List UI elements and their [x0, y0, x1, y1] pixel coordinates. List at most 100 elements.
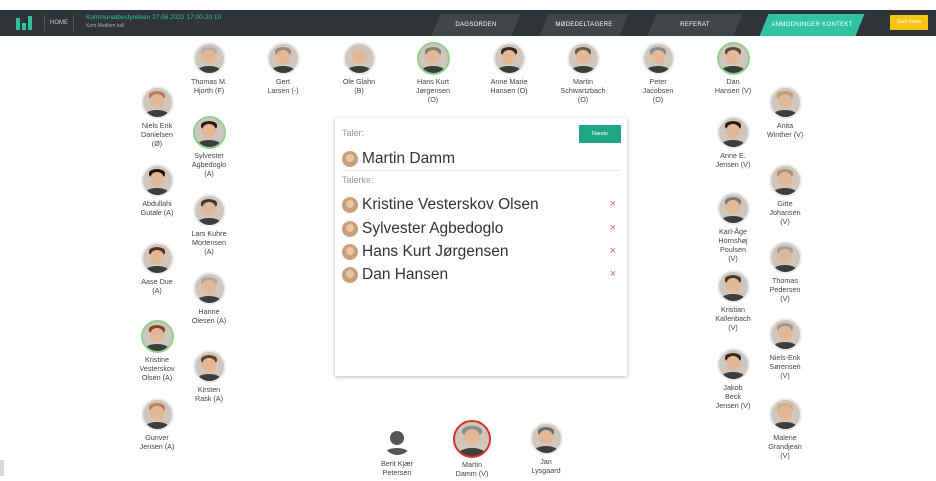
member-jan-lysgaard[interactable]: Jan Lysgaard [511, 422, 581, 475]
member-name-line: Sylvester [194, 151, 224, 160]
member-name-line: (O) [652, 95, 664, 104]
member-name-line: Grandjean [768, 442, 802, 451]
speaker-heading: Taler: [342, 128, 365, 138]
member-berit-kjaer-petersen[interactable]: Berit Kjær Petersen [362, 424, 432, 477]
member-name-line: (V) [780, 451, 790, 460]
member-name-line: Hanne [198, 307, 220, 316]
member-avatar [192, 350, 226, 383]
member-name: Martin Damm (V) [437, 460, 507, 478]
queue-heading: Talerke: [342, 175, 374, 185]
member-kirsten-rask[interactable]: Kirsten Rask (A) [174, 350, 244, 403]
member-avatar [140, 398, 174, 431]
remove-icon[interactable]: × [610, 268, 616, 280]
member-name: Malene Grandjean (V) [750, 433, 820, 460]
remove-icon[interactable]: × [610, 198, 616, 210]
tab-referat[interactable]: REFERAT [652, 14, 738, 36]
member-name: Ole Glahn (B) [324, 77, 394, 95]
member-avatar [140, 164, 174, 197]
start-meeting-button[interactable]: Start møde [890, 15, 928, 30]
member-name-line: Gunver [145, 433, 169, 442]
member-name-line: Jan [540, 457, 552, 466]
member-avatar [192, 116, 226, 149]
member-ole-glahn[interactable]: Ole Glahn (B) [324, 42, 394, 95]
current-speaker-name: Martin Damm [362, 150, 456, 167]
member-avatar [192, 42, 226, 75]
remove-icon[interactable]: × [610, 222, 616, 234]
remove-icon[interactable]: × [610, 245, 616, 257]
member-avatar [716, 116, 750, 149]
member-name-line: Martin [462, 460, 482, 469]
member-avatar [768, 164, 802, 197]
member-martin-damm[interactable]: Martin Damm (V) [437, 420, 507, 478]
member-peter-jacobsen[interactable]: Peter Jacobsen (O) [623, 42, 693, 104]
member-gert-larsen[interactable]: Gert Larsen (-) [248, 42, 318, 95]
member-avatar [266, 42, 300, 75]
member-name: Berit Kjær Petersen [362, 459, 432, 477]
member-name-line: Anne Marie [490, 77, 528, 86]
member-name-line: Schwartzbach [560, 86, 606, 95]
queue-item: Kristine Vesterskov Olsen × [342, 195, 620, 215]
member-avatar [453, 420, 491, 458]
member-martin-schwartzbach[interactable]: Martin Schwartzbach (O) [548, 42, 618, 104]
member-name-line: Peter [649, 77, 667, 86]
member-hanne-olesen[interactable]: Hanne Olesen (A) [174, 272, 244, 325]
member-gunver-jensen[interactable]: Gunver Jensen (A) [122, 398, 192, 451]
member-name-line: (B) [354, 86, 364, 95]
member-hans-kurt-jorgensen[interactable]: Hans Kurt Jørgensen (O) [398, 42, 468, 104]
member-name-line: (O) [427, 95, 439, 104]
queue-name: Kristine Vesterskov Olsen [362, 196, 539, 213]
member-avatar [492, 42, 526, 75]
member-name-line: (O) [577, 95, 589, 104]
member-name-line: Kristian [721, 305, 745, 314]
member-name-line: Lysgaard [531, 466, 561, 475]
member-avatar [768, 241, 802, 274]
member-name-line: Berit Kjær [381, 459, 413, 468]
member-anne-e-jensen[interactable]: Anne E. Jensen (V) [698, 116, 768, 169]
tab-modedeltagere[interactable]: MØDEDELTAGERE [544, 14, 624, 36]
member-name: Anne Marie Hansen (O) [474, 77, 544, 95]
member-avatar [140, 320, 174, 353]
tab-anmodninger[interactable]: ANMODNINGER KONTEKT [764, 14, 860, 36]
queue-name: Dan Hansen [362, 266, 449, 283]
member-anne-marie-hansen[interactable]: Anne Marie Hansen (O) [474, 42, 544, 95]
member-avatar [192, 194, 226, 227]
member-name-line: Lars Kuhre [191, 229, 227, 238]
member-name: Hans Kurt Jørgensen (O) [398, 77, 468, 104]
member-name-line: Kirsten [197, 385, 221, 394]
member-name-line: Damm (V) [455, 469, 489, 478]
queue-avatar [342, 197, 358, 213]
divider [342, 170, 620, 171]
queue-item: Hans Kurt Jørgensen × [342, 242, 620, 262]
member-avatar [381, 424, 414, 457]
member-name-line: Anne E. [720, 151, 746, 160]
member-name-line: Thomas M. [191, 77, 227, 86]
member-name: Gert Larsen (-) [248, 77, 318, 95]
queue-item: Sylvester Agbedoglo × [342, 219, 620, 239]
member-avatar [140, 242, 174, 275]
left-edge-handle [0, 460, 4, 476]
member-name-line: Jakob [723, 383, 743, 392]
tab-dagsorden[interactable]: DAGSORDEN [436, 14, 516, 36]
member-avatar [416, 42, 450, 75]
member-avatar [716, 192, 750, 225]
current-speaker-avatar [342, 151, 358, 167]
member-name-line: Malene [773, 433, 797, 442]
member-name-line: Martin [573, 77, 593, 86]
member-name-line: Jacobsen [642, 86, 674, 95]
member-name-line: Jørgensen [416, 86, 450, 95]
member-name-line: Karl-Åge [719, 227, 747, 236]
queue-item: Dan Hansen × [342, 265, 620, 285]
next-speaker-button[interactable]: Næste [579, 125, 621, 143]
member-name-line: Larsen (-) [267, 86, 299, 95]
member-avatar [716, 348, 750, 381]
member-name-line: Dan [726, 77, 740, 86]
member-name-line: Gert [276, 77, 290, 86]
member-malene-grandjean[interactable]: Malene Grandjean (V) [750, 398, 820, 460]
queue-name: Hans Kurt Jørgensen [362, 243, 509, 260]
member-avatar [192, 272, 226, 305]
member-avatar [768, 318, 802, 351]
top-bar: HOME Kommunalbestyrelsen 27.06.2022 17:0… [0, 10, 936, 36]
member-name-line: Hans Kurt [417, 77, 449, 86]
member-name-line: Petersen [382, 468, 412, 477]
main-tabs: DAGSORDEN MØDEDELTAGERE REFERAT ANMODNIN… [0, 10, 936, 36]
